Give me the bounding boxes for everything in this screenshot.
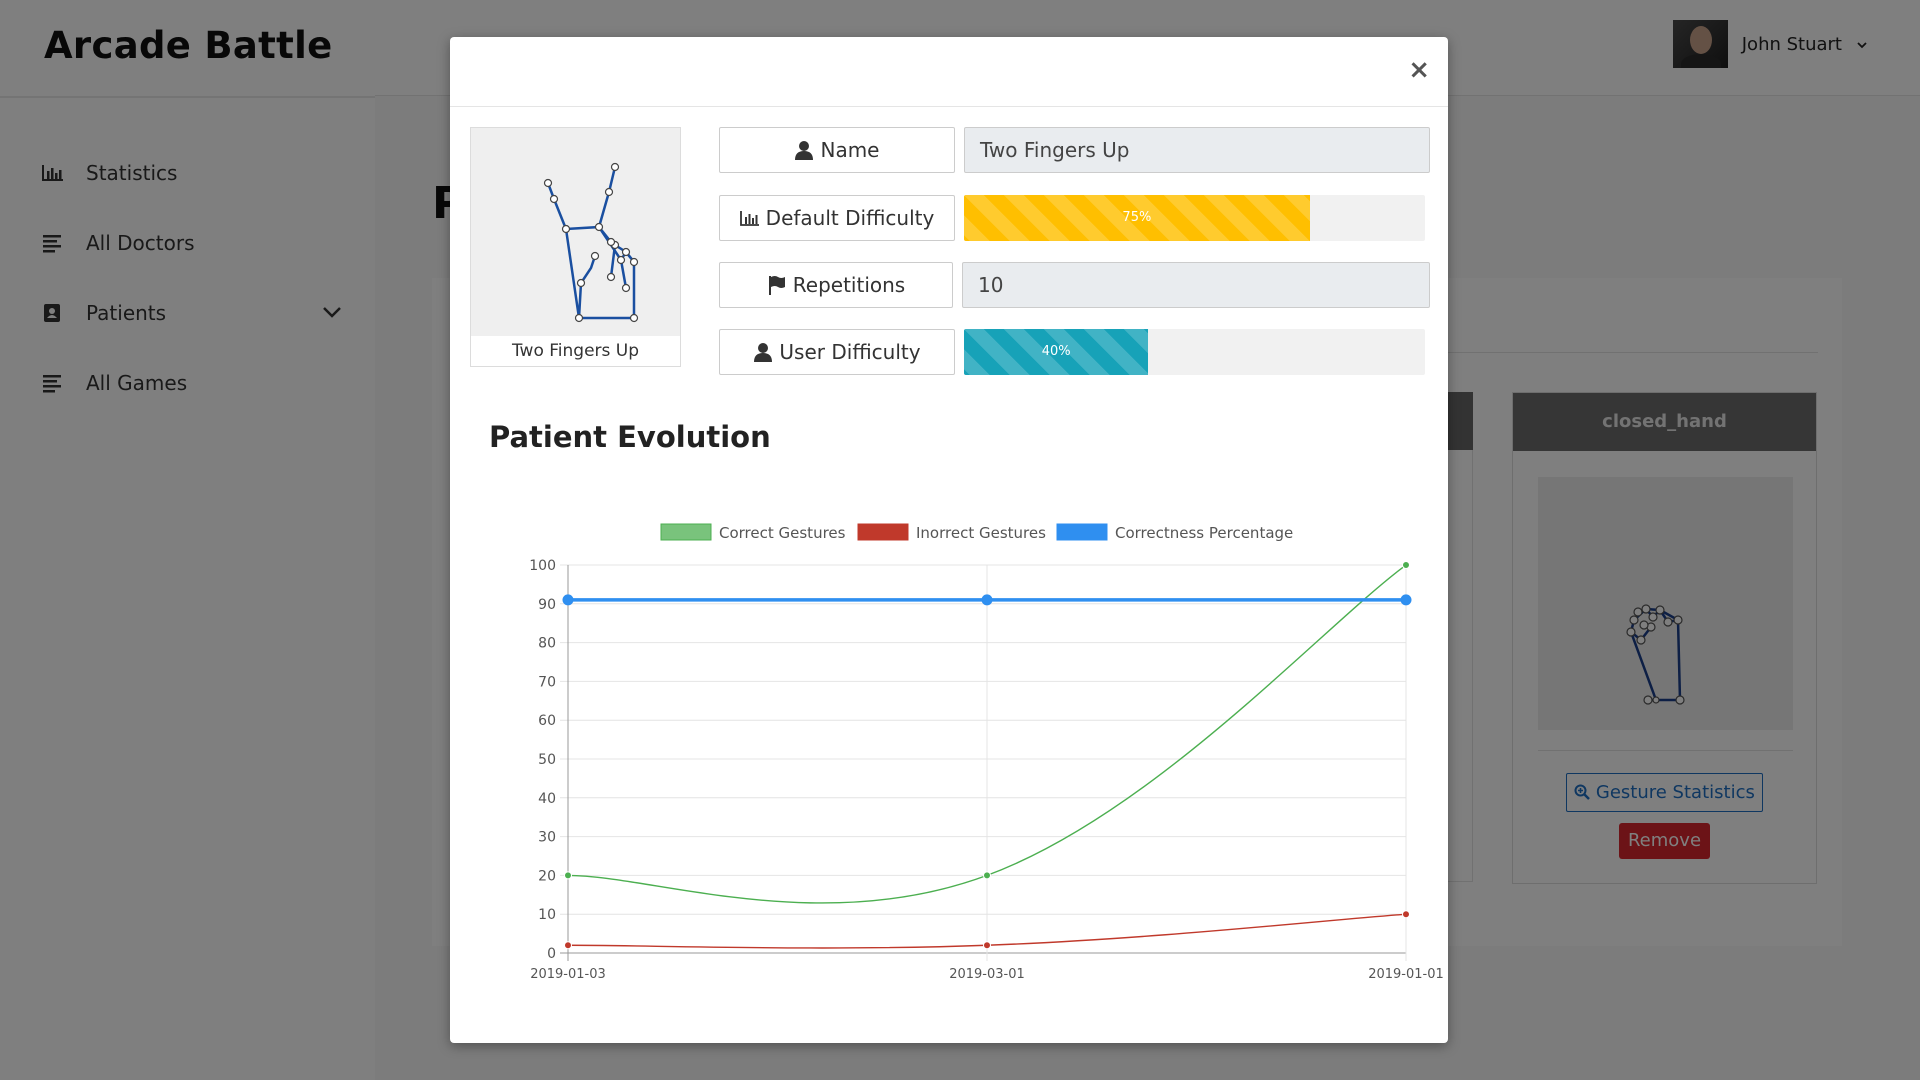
repetitions-field[interactable]: 10 [962,262,1430,308]
close-icon[interactable]: × [1408,57,1430,83]
default-difficulty-bar: 75% [964,195,1310,241]
user-difficulty-label: User Difficulty [719,329,955,375]
user-difficulty-progress: 40% [964,329,1425,375]
data-point [1402,561,1410,569]
x-tick-label: 2019-01-01 [1368,967,1444,982]
y-tick-label: 60 [538,713,556,729]
y-tick-label: 80 [538,636,556,652]
section-title: Patient Evolution [489,420,771,454]
data-point [983,941,991,950]
y-tick-label: 0 [547,946,556,962]
chart-svg: 0 10 20 30 40 50 60 70 80 90 100 2019-01-03 2019-03-… [529,523,1444,982]
legend-swatch [660,523,712,541]
default-difficulty-label-text: Default Difficulty [765,206,935,230]
bar-chart-icon [739,208,760,228]
data-point [1402,910,1410,919]
default-difficulty-label: Default Difficulty [719,195,955,241]
x-tick-label: 2019-01-03 [530,967,606,982]
y-tick-label: 100 [529,558,556,574]
gesture-caption: Two Fingers Up [511,341,640,361]
default-difficulty-progress: 75% [964,195,1425,241]
user-icon [794,140,814,160]
data-point [1400,594,1412,606]
gesture-modal: × Two Fingers Up Name Two Fingers Up Def… [450,37,1448,1043]
legend-label: Correct Gestures [719,524,846,542]
legend-label: Inorrect Gestures [916,524,1046,542]
patient-evolution-chart: 0 10 20 30 40 50 60 70 80 90 100 2019-01-03 2019-03-… [450,487,1448,1007]
legend-swatch [1056,523,1108,541]
legend-label: Correctness Percentage [1115,524,1293,542]
name-field[interactable]: Two Fingers Up [964,127,1430,173]
flag-icon [767,275,787,295]
y-tick-label: 30 [538,830,556,846]
data-point [564,871,572,880]
user-difficulty-bar: 40% [964,329,1149,375]
repetitions-label: Repetitions [719,262,953,308]
data-point [564,941,572,950]
data-point [981,594,993,606]
x-tick-label: 2019-03-01 [949,967,1025,982]
gesture-thumbnail: Two Fingers Up [470,127,681,367]
y-tick-label: 90 [538,597,556,613]
user-icon [753,342,773,362]
y-tick-label: 20 [538,868,556,884]
user-difficulty-label-text: User Difficulty [779,340,921,364]
y-tick-label: 40 [538,791,556,807]
repetitions-label-text: Repetitions [792,273,906,297]
gesture-image [471,128,680,336]
y-tick-label: 10 [538,907,556,923]
y-tick-label: 50 [538,752,556,768]
data-point [983,871,991,880]
name-label-text: Name [820,138,880,162]
name-label: Name [719,127,955,173]
data-point [562,594,574,606]
modal-header: × [450,37,1448,107]
y-tick-label: 70 [538,674,556,690]
legend-swatch [857,523,909,541]
